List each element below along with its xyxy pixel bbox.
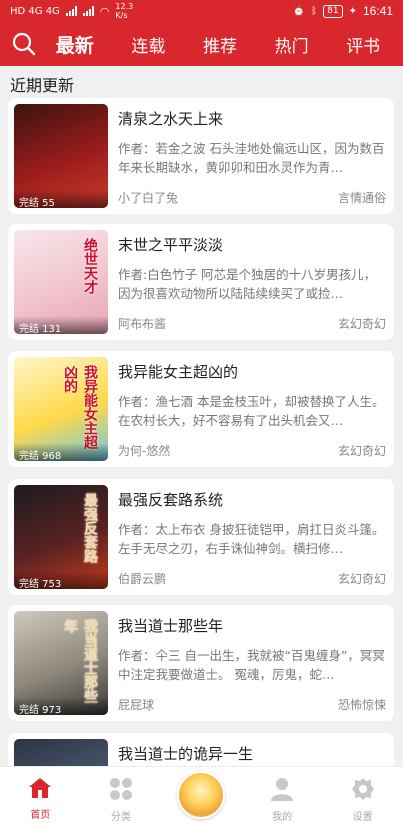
nav-label: 分类 (110, 812, 131, 823)
signal-icon (65, 6, 77, 16)
search-icon[interactable] (11, 31, 37, 57)
tab-1[interactable]: 连载 (131, 32, 165, 57)
book-description: 作者:白色竹子 阿芯是个独居的十八岁男孩儿，因为很喜欢动物所以陆陆续续买了或捡… (118, 267, 377, 301)
book-author: 伯爵云鹏 (118, 572, 167, 586)
bluetooth-icon: ᛒ (311, 5, 318, 17)
network-speed: 12.3 K/s (115, 2, 134, 20)
book-genre: 恐怖惊悚 (337, 698, 386, 712)
book-genre: 玄幻奇幻 (337, 572, 386, 586)
status-bar: HD 4G 4G ◠ 12.3 K/s ⏰ ᛒ 81 ✦ 16:41 (0, 0, 403, 22)
book-description: 作者：仐三 自一出生，我就被“百鬼缠身”，冥冥中注定我要做道士。 冤魂，厉鬼，蛇… (118, 648, 385, 682)
tab-3[interactable]: 热门 (275, 32, 309, 57)
nav-label: 我的 (272, 812, 293, 823)
book-card[interactable]: 完结 55 清泉之水天上来作者：若金之波 石头洼地处偏远山区，因为数百年来长期缺水… (8, 98, 394, 214)
book-genre: 玄幻奇幻 (337, 444, 386, 458)
book-card[interactable]: 我异能女主超凶的 完结 968 我异能女主超凶的作者：渔七酒 本是金枝玉叶，却被替换… (8, 351, 394, 467)
category-icon (109, 777, 133, 805)
book-title: 清泉之水天上来 (118, 110, 224, 128)
bottom-nav: 首页 分类 我的 设置 (0, 766, 403, 828)
cover-art-text: 最强反套路 (82, 493, 98, 563)
wifi-icon: ◠ (99, 4, 110, 18)
status-badge: 完结 131 (14, 316, 108, 334)
status-badge: 完结 968 (14, 443, 108, 461)
nav-settings[interactable]: 设置 (322, 767, 403, 828)
nav-avatar[interactable] (161, 767, 242, 828)
book-title: 末世之平平淡淡 (118, 236, 224, 254)
tab-4[interactable]: 评书 (346, 32, 380, 57)
book-title: 我异能女主超凶的 (118, 363, 239, 381)
settings-icon (351, 777, 375, 805)
home-icon (28, 777, 52, 803)
tab-2[interactable]: 推荐 (203, 32, 237, 57)
book-card[interactable]: 我当道士那些年 完结 973 我当道士那些年作者：仐三 自一出生，我就被“百鬼缠身”… (8, 605, 394, 721)
book-description: 作者：若金之波 石头洼地处偏远山区，因为数百年来长期缺水，黄卯卯和田水灵作为青… (118, 141, 385, 175)
user-icon (270, 777, 294, 805)
tab-bar: 最新 连载 推荐 热门 评书 (37, 31, 403, 58)
top-nav: 最新 连载 推荐 热门 评书 (0, 22, 403, 66)
book-genre: 玄幻奇幻 (337, 317, 386, 331)
book-author: 屁屁球 (118, 698, 155, 712)
leaf-icon: ✦ (348, 5, 357, 17)
book-title: 我当道士的诡异一生 (118, 745, 254, 763)
section-title: 近期更新 (10, 76, 75, 95)
status-badge: 完结 973 (14, 697, 108, 715)
nav-user[interactable]: 我的 (242, 767, 323, 828)
book-title: 我当道士那些年 (118, 617, 224, 635)
tab-0[interactable]: 最新 (56, 31, 94, 58)
battery-icon: 81 (323, 4, 343, 18)
book-title: 最强反套路系统 (118, 491, 224, 509)
nav-label: 设置 (352, 812, 373, 823)
nav-category[interactable]: 分类 (81, 767, 162, 828)
clock: 16:41 (362, 4, 393, 18)
nav-home[interactable]: 首页 (0, 767, 81, 828)
status-badge: 完结 753 (14, 571, 108, 589)
book-author: 小了白了兔 (118, 191, 179, 205)
cover-art-text: 绝世天才 (82, 238, 98, 294)
nav-label: 首页 (30, 810, 51, 821)
alarm-icon: ⏰ (292, 5, 306, 17)
book-cover[interactable]: 我异能女主超凶的 完结 968 (14, 357, 108, 461)
book-description: 作者：太上布衣 身披狂徒铠甲，肩扛日炎斗篷。左手无尽之刃，右手诛仙神剑。横扫修… (118, 522, 385, 556)
book-genre: 言情通俗 (337, 191, 386, 205)
avatar[interactable] (177, 771, 226, 819)
book-cover[interactable]: 最强反套路完结 753 (14, 485, 108, 589)
book-card[interactable]: 绝世天才完结 131 末世之平平淡淡作者:白色竹子 阿芯是个独居的十八岁男孩儿，因… (8, 224, 394, 340)
network-indicator: HD 4G 4G (10, 5, 60, 17)
signal-icon-2 (82, 6, 94, 16)
book-author: 为何-悠然 (118, 444, 171, 458)
book-card[interactable]: 最强反套路完结 753 最强反套路系统作者：太上布衣 身披狂徒铠甲，肩扛日炎斗篷。… (8, 479, 394, 595)
status-badge: 完结 55 (14, 190, 108, 208)
book-cover[interactable]: 完结 55 (14, 104, 108, 208)
book-cover[interactable]: 我当道士那些年 完结 973 (14, 611, 108, 715)
book-description: 作者：渔七酒 本是金枝玉叶，却被替换了人生。在农村长大，好不容易有了出头机会又… (118, 394, 385, 428)
book-cover[interactable]: 绝世天才完结 131 (14, 230, 108, 334)
book-author: 阿布布酱 (118, 317, 167, 331)
